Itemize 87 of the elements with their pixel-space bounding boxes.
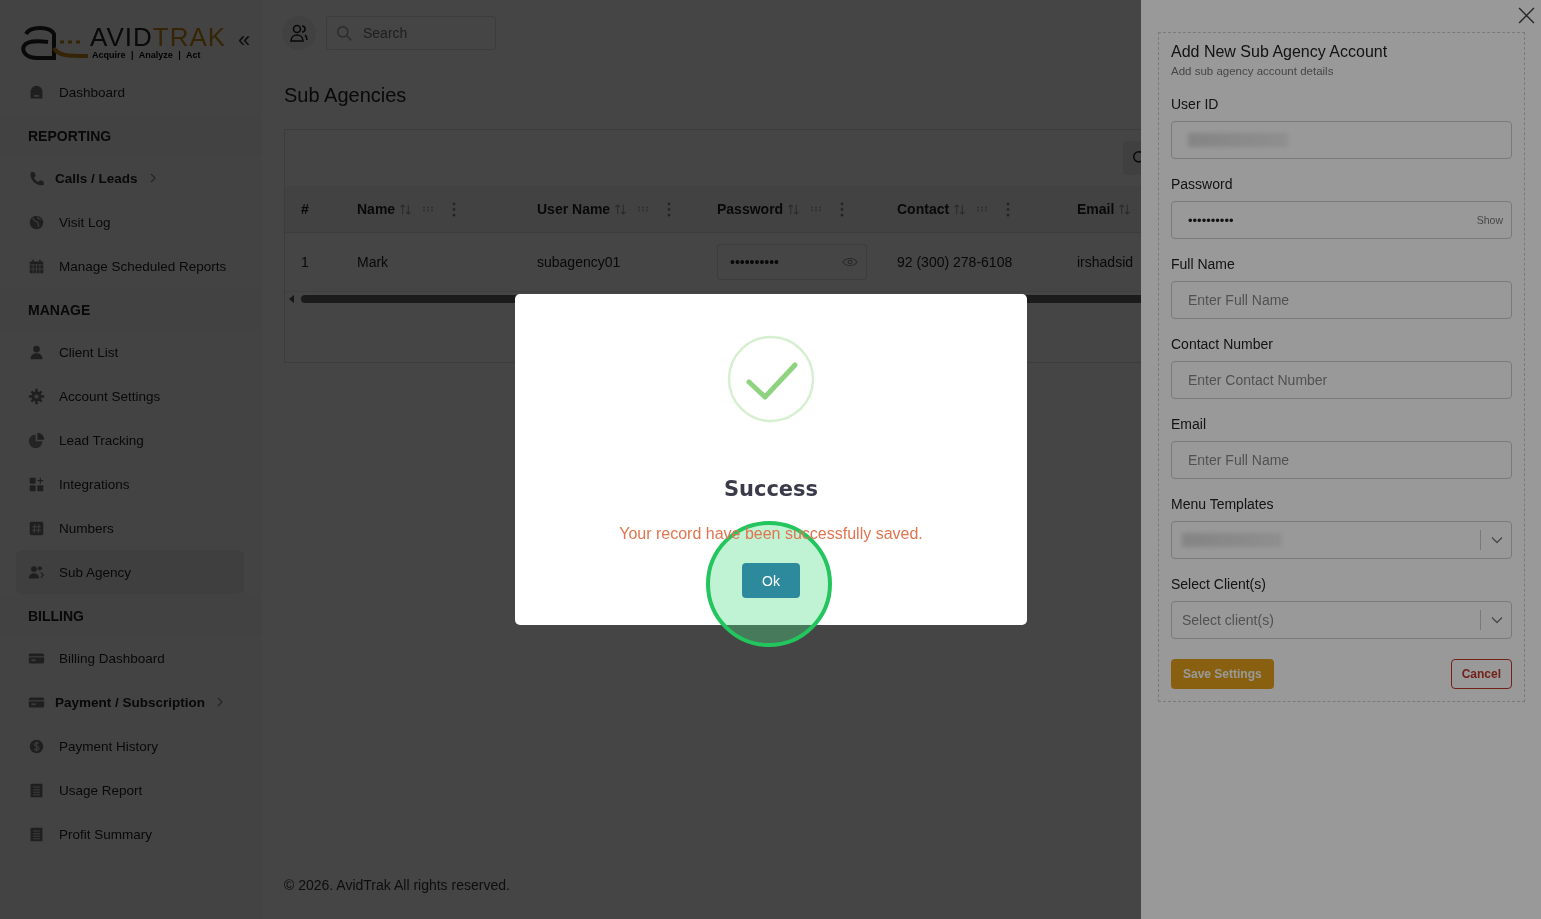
hash-icon (28, 519, 45, 537)
sort-icon[interactable] (787, 202, 801, 216)
column-header[interactable]: Contact (897, 201, 950, 217)
field-label: Full Name (1171, 256, 1236, 272)
sort-icon[interactable] (614, 202, 628, 216)
collapse-sidebar-button[interactable]: « (234, 27, 255, 53)
form-subtitle: Add sub agency account details (1171, 65, 1335, 77)
password-field[interactable]: •••••••••• (717, 244, 867, 280)
document-icon (28, 825, 45, 843)
select-field[interactable] (1171, 521, 1512, 559)
sidebar-item[interactable]: Payment History (0, 724, 262, 768)
page-title: Sub Agencies (284, 84, 408, 107)
globe-icon (28, 213, 45, 231)
person-icon (28, 343, 45, 361)
brand-name-text: AVID (90, 22, 153, 52)
table-cell: 92 (300) 278-6108 (897, 254, 1013, 270)
sidebar-item[interactable]: Manage Scheduled Reports (0, 244, 262, 288)
column-header[interactable]: Password (717, 201, 784, 217)
sidebar-item[interactable]: Profit Summary (0, 812, 262, 856)
sidebar-item[interactable]: Numbers (0, 506, 262, 550)
kebab-menu-icon[interactable] (1006, 201, 1011, 217)
gear-icon (28, 387, 45, 405)
field-label: Menu Templates (1171, 496, 1275, 512)
sort-icon[interactable] (1118, 202, 1132, 216)
field-label: Email (1171, 416, 1207, 432)
field-label: Select Client(s) (1171, 576, 1267, 592)
logo-tagline: Acquire | Analyze | Act (92, 50, 202, 60)
section-heading: MANAGE (0, 288, 262, 330)
scroll-left-icon[interactable] (289, 295, 295, 303)
kebab-menu-icon[interactable] (840, 201, 845, 217)
sidebar-item[interactable]: Billing Dashboard (0, 636, 262, 680)
sort-icon[interactable] (953, 202, 967, 216)
save-settings-button[interactable]: Save Settings (1171, 659, 1274, 689)
success-check-icon (727, 335, 815, 423)
column-header[interactable]: Name (357, 201, 396, 217)
copyright-text: © 2026. AvidTrak All rights reserved. (283, 877, 511, 895)
document-icon (28, 781, 45, 799)
text-field[interactable]: Enter Full Name (1171, 441, 1512, 479)
sort-icon[interactable] (399, 202, 413, 216)
sidebar-item[interactable]: Usage Report (0, 768, 262, 812)
people-icon (28, 563, 45, 581)
select-field[interactable]: Select client(s) (1171, 601, 1512, 639)
sidebar-item[interactable]: Dashboard (0, 70, 262, 114)
phone-icon (28, 169, 45, 187)
close-icon[interactable] (1518, 7, 1535, 24)
chevron-down-icon (1491, 616, 1503, 624)
table-cell: subagency01 (537, 254, 621, 270)
people-icon (289, 23, 309, 43)
sidebar-item[interactable]: Calls / Leads (0, 156, 262, 200)
home-icon (28, 83, 45, 101)
form-title: Add New Sub Agency Account (1171, 43, 1389, 61)
calendar-icon (28, 257, 45, 275)
sidebar-item[interactable]: Client List (0, 330, 262, 374)
field-label: Password (1171, 176, 1234, 192)
sidebar-item[interactable]: Lead Tracking (0, 418, 262, 462)
pie-chart-icon (28, 431, 45, 449)
show-password-button[interactable]: Show (1476, 214, 1503, 226)
table-cell: Mark (357, 254, 389, 270)
brand-name-accent: TRAK (152, 22, 227, 52)
search-icon (336, 25, 353, 42)
password-field[interactable]: •••••••••• Show (1171, 201, 1512, 239)
field-label: Contact Number (1171, 336, 1274, 352)
section-heading: BILLING (0, 594, 262, 636)
text-field[interactable] (1171, 121, 1512, 159)
users-button[interactable] (282, 16, 316, 50)
field-label: User ID (1171, 96, 1220, 112)
section-heading: REPORTING (0, 114, 262, 156)
column-header[interactable]: # (301, 201, 309, 217)
column-header[interactable]: Email (1077, 201, 1115, 217)
column-header[interactable]: User Name (537, 201, 611, 217)
kebab-menu-icon[interactable] (667, 201, 672, 217)
sidebar-item[interactable]: Account Settings (0, 374, 262, 418)
ok-button[interactable]: Ok (742, 563, 800, 598)
text-field[interactable]: Enter Full Name (1171, 281, 1512, 319)
chevron-down-icon (1491, 536, 1503, 544)
text-field[interactable]: Enter Contact Number (1171, 361, 1512, 399)
grid-icon (28, 475, 45, 493)
dollar-icon (28, 737, 45, 755)
eye-icon[interactable] (842, 257, 858, 267)
sidebar-item[interactable]: Visit Log (0, 200, 262, 244)
sidebar-item[interactable]: Payment / Subscription (0, 680, 262, 724)
kebab-menu-icon[interactable] (452, 201, 457, 217)
table-cell: irshadsid (1077, 254, 1134, 270)
sidebar-item[interactable]: Integrations (0, 462, 262, 506)
cancel-button[interactable]: Cancel (1450, 659, 1512, 689)
dialog-title: Success (723, 477, 819, 501)
table-cell: 1 (301, 254, 309, 270)
